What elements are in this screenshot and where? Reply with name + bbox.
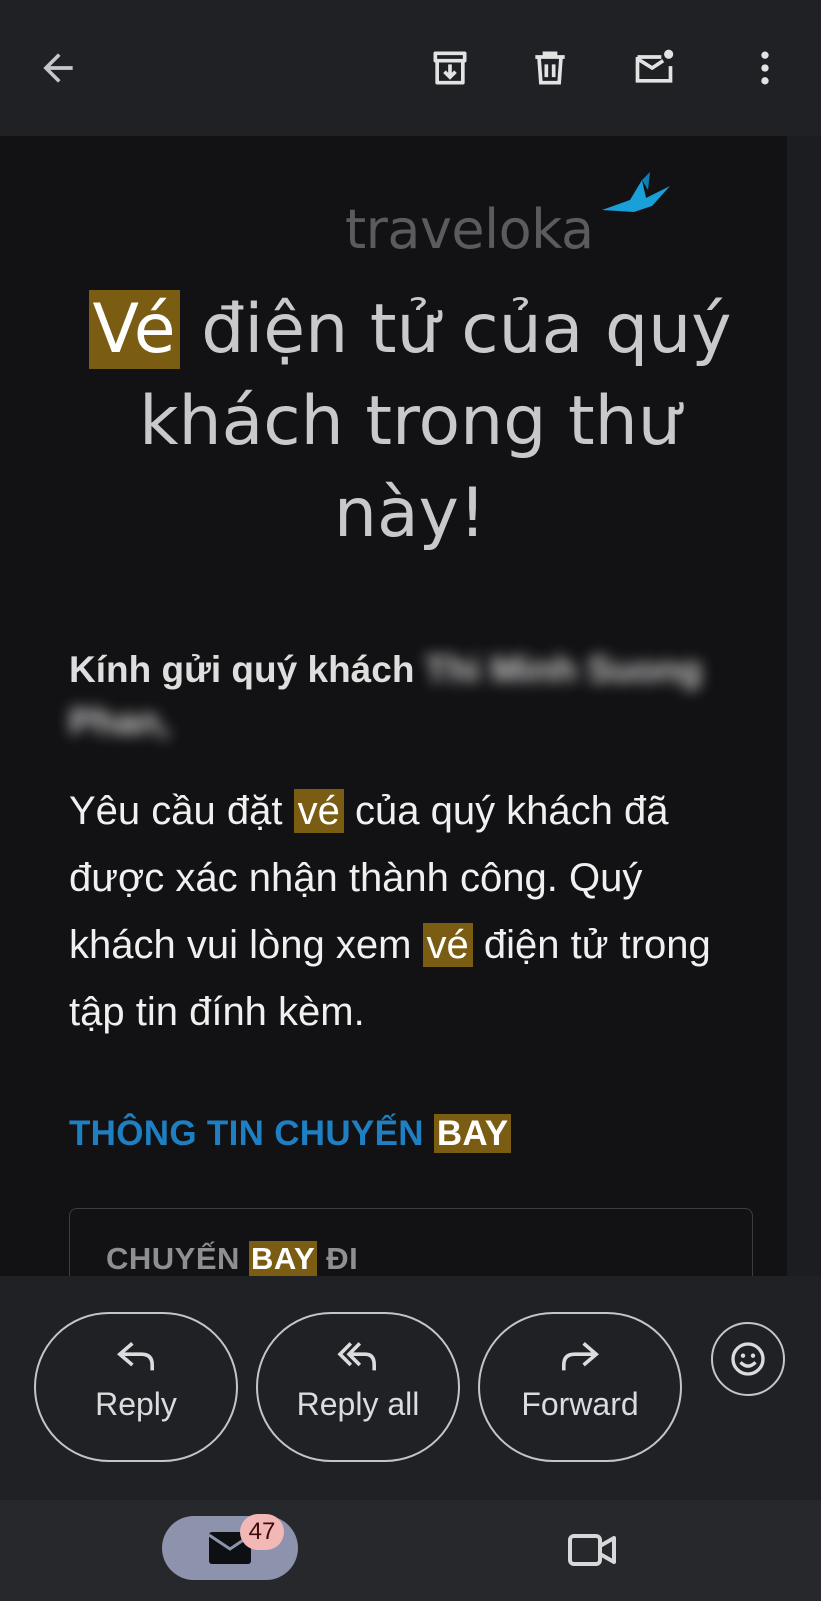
more-options-button[interactable] — [737, 40, 793, 96]
mail-unread-icon — [635, 49, 674, 83]
flight-info-heading: THÔNG TIN CHUYẾN BAY — [69, 1114, 512, 1154]
reply-all-icon — [337, 1342, 376, 1371]
message-highlight: vé — [422, 923, 473, 967]
greeting-prefix: Kính gửi quý khách — [69, 649, 425, 690]
trash-icon — [535, 51, 565, 85]
headline-highlight: Vé — [88, 290, 180, 369]
scroll-gutter — [787, 136, 821, 1276]
logo-text: traveloka — [345, 198, 594, 261]
back-button[interactable] — [30, 40, 86, 96]
headline-text: điện tử của quý khách trong thư này! — [139, 290, 732, 553]
confirmation-message: Yêu cầu đặt vé của quý khách đã được xác… — [69, 778, 749, 1046]
forward-icon — [562, 1342, 599, 1371]
reply-all-button[interactable]: Reply all — [256, 1312, 460, 1462]
archive-icon — [433, 51, 467, 85]
card-title-text: CHUYẾN — [106, 1241, 250, 1276]
arrow-left-icon — [43, 53, 73, 83]
reply-label: Reply — [95, 1386, 177, 1422]
departure-flight-card: CHUYẾN BAY ĐI — [69, 1208, 753, 1276]
more-vert-icon — [761, 51, 769, 85]
nav-meet-tab[interactable] — [564, 1526, 620, 1574]
unread-count-badge: 47 — [240, 1514, 284, 1550]
video-camera-icon — [568, 1534, 616, 1566]
card-title-highlight: BAY — [249, 1241, 318, 1276]
bottom-navigation: 47 — [0, 1500, 821, 1601]
card-title: CHUYẾN BAY ĐI — [106, 1241, 358, 1276]
message-highlight: vé — [293, 789, 344, 833]
archive-button[interactable] — [422, 40, 478, 96]
emoji-reaction-button[interactable] — [711, 1322, 785, 1396]
delete-button[interactable] — [522, 40, 578, 96]
message-text: Yêu cầu đặt — [69, 789, 294, 833]
email-headline: Vé điện tử của quý khách trong thư này! — [60, 284, 760, 560]
forward-button[interactable]: Forward — [478, 1312, 682, 1462]
reply-actions-bar: Reply Reply all Forward — [0, 1276, 821, 1500]
email-body: traveloka Vé điện tử của quý khách trong… — [0, 136, 787, 1276]
reply-icon — [117, 1342, 154, 1371]
section-title-highlight: BAY — [433, 1114, 512, 1153]
smiley-icon — [731, 1342, 765, 1376]
reply-button[interactable]: Reply — [34, 1312, 238, 1462]
greeting: Kính gửi quý khách Thi Minh Suong Phan, — [69, 644, 709, 748]
bird-logo-icon — [602, 172, 670, 212]
top-app-bar — [0, 0, 821, 136]
mark-unread-button[interactable] — [626, 40, 682, 96]
section-title-text: THÔNG TIN CHUYẾN — [69, 1114, 434, 1153]
forward-label: Forward — [521, 1386, 639, 1422]
reply-all-label: Reply all — [296, 1386, 420, 1422]
card-title-text: ĐI — [317, 1241, 359, 1276]
